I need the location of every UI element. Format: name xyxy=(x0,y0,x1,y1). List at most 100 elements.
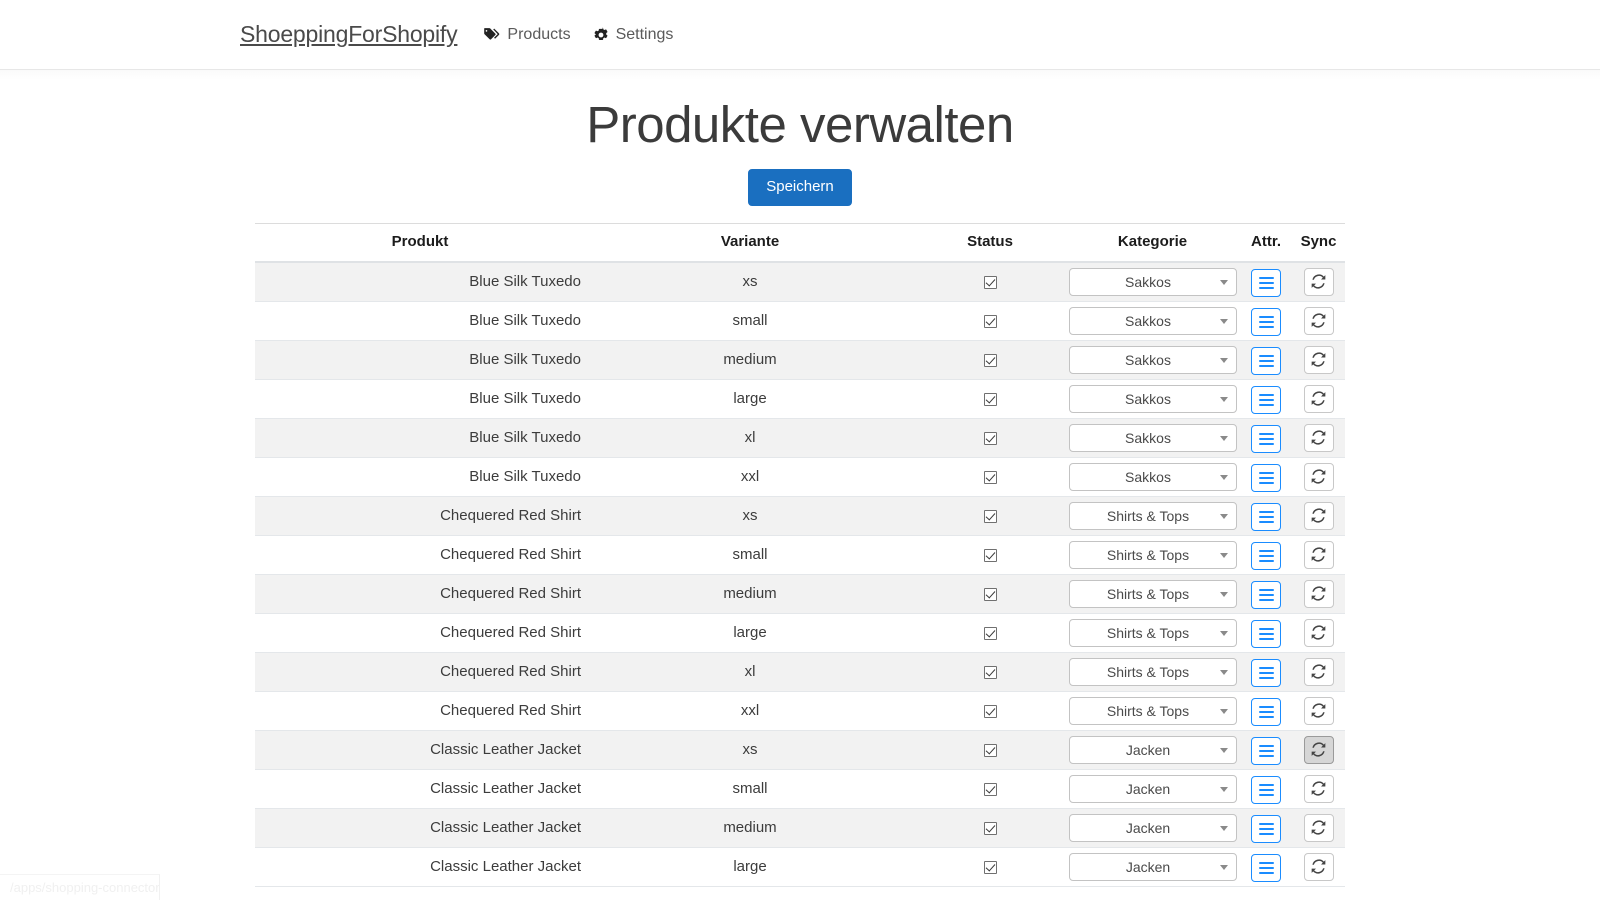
kategorie-select[interactable]: SakkosShirts & TopsJacken xyxy=(1069,657,1237,686)
kategorie-select[interactable]: SakkosShirts & TopsJacken xyxy=(1069,384,1237,413)
refresh-icon xyxy=(1311,781,1326,796)
status-checkbox[interactable] xyxy=(983,587,997,601)
sync-button[interactable] xyxy=(1303,540,1334,569)
sync-button[interactable] xyxy=(1303,813,1334,842)
cell-attr xyxy=(1240,456,1292,497)
kategorie-select[interactable]: SakkosShirts & TopsJacken xyxy=(1069,345,1237,374)
sync-button[interactable] xyxy=(1303,735,1334,764)
cell-variante: xxl xyxy=(585,456,915,497)
tag-icon xyxy=(483,27,500,42)
cell-kategorie: SakkosShirts & TopsJacken xyxy=(1065,339,1240,380)
kategorie-select[interactable]: SakkosShirts & TopsJacken xyxy=(1069,306,1237,335)
status-checkbox[interactable] xyxy=(983,431,997,445)
cell-produkt: Blue Silk Tuxedo xyxy=(255,300,585,341)
kategorie-select[interactable]: SakkosShirts & TopsJacken xyxy=(1069,267,1237,296)
kategorie-select[interactable]: SakkosShirts & TopsJacken xyxy=(1069,501,1237,530)
status-checkbox[interactable] xyxy=(983,626,997,640)
kategorie-select[interactable]: SakkosShirts & TopsJacken xyxy=(1069,696,1237,725)
status-checkbox[interactable] xyxy=(983,704,997,718)
cell-produkt: Chequered Red Shirt xyxy=(255,651,585,692)
attributes-button[interactable] xyxy=(1251,542,1281,571)
cell-attr xyxy=(1240,690,1292,731)
attributes-button[interactable] xyxy=(1251,698,1281,727)
sync-button[interactable] xyxy=(1303,345,1334,374)
status-checkbox[interactable] xyxy=(983,509,997,523)
list-icon xyxy=(1258,589,1274,602)
cell-produkt: Blue Silk Tuxedo xyxy=(255,378,585,419)
cell-attr xyxy=(1240,534,1292,575)
refresh-icon xyxy=(1311,508,1326,523)
kategorie-select[interactable]: SakkosShirts & TopsJacken xyxy=(1069,540,1237,569)
status-checkbox[interactable] xyxy=(983,470,997,484)
status-checkbox[interactable] xyxy=(983,548,997,562)
status-checkbox[interactable] xyxy=(983,821,997,835)
save-button[interactable]: Speichern xyxy=(748,168,852,207)
cell-attr xyxy=(1240,729,1292,770)
status-checkbox[interactable] xyxy=(983,275,997,289)
kategorie-select[interactable]: SakkosShirts & TopsJacken xyxy=(1069,618,1237,647)
status-checkbox[interactable] xyxy=(983,782,997,796)
sync-button[interactable] xyxy=(1303,696,1334,725)
sync-button[interactable] xyxy=(1303,852,1334,881)
status-checkbox[interactable] xyxy=(983,353,997,367)
sync-button[interactable] xyxy=(1303,501,1334,530)
cell-attr xyxy=(1240,807,1292,848)
status-checkbox[interactable] xyxy=(983,743,997,757)
sync-button[interactable] xyxy=(1303,579,1334,608)
attributes-button[interactable] xyxy=(1251,386,1281,415)
list-icon xyxy=(1258,745,1274,758)
page-title: Produkte verwalten xyxy=(586,96,1014,153)
cell-produkt: Blue Silk Tuxedo xyxy=(255,339,585,380)
status-checkbox[interactable] xyxy=(983,392,997,406)
attributes-button[interactable] xyxy=(1251,620,1281,649)
kategorie-select[interactable]: SakkosShirts & TopsJacken xyxy=(1069,735,1237,764)
cell-variante: xl xyxy=(585,417,915,458)
cell-attr xyxy=(1240,612,1292,653)
attributes-button[interactable] xyxy=(1251,581,1281,610)
sync-button[interactable] xyxy=(1303,384,1334,413)
cell-kategorie: SakkosShirts & TopsJacken xyxy=(1065,690,1240,731)
attributes-button[interactable] xyxy=(1251,659,1281,688)
kategorie-select[interactable]: SakkosShirts & TopsJacken xyxy=(1069,774,1237,803)
attributes-button[interactable] xyxy=(1251,347,1281,376)
sync-button[interactable] xyxy=(1303,657,1334,686)
sync-button[interactable] xyxy=(1303,306,1334,335)
attributes-button[interactable] xyxy=(1251,503,1281,532)
nav-item-settings[interactable]: Settings xyxy=(593,26,673,44)
attributes-button[interactable] xyxy=(1251,854,1281,883)
attributes-button[interactable] xyxy=(1251,815,1281,844)
sync-button[interactable] xyxy=(1303,774,1334,803)
attributes-button[interactable] xyxy=(1251,308,1281,337)
nav-item-products[interactable]: Products xyxy=(483,26,571,44)
cell-status xyxy=(915,261,1065,302)
sync-button[interactable] xyxy=(1303,462,1334,491)
attributes-button[interactable] xyxy=(1251,464,1281,493)
attributes-button[interactable] xyxy=(1251,737,1281,766)
kategorie-select[interactable]: SakkosShirts & TopsJacken xyxy=(1069,852,1237,881)
status-checkbox[interactable] xyxy=(983,665,997,679)
sync-button[interactable] xyxy=(1303,423,1334,452)
cell-variante: large xyxy=(585,846,915,887)
cell-variante: large xyxy=(585,612,915,653)
sync-button[interactable] xyxy=(1303,267,1334,296)
cell-variante: small xyxy=(585,300,915,341)
cell-kategorie: SakkosShirts & TopsJacken xyxy=(1065,456,1240,497)
kategorie-select[interactable]: SakkosShirts & TopsJacken xyxy=(1069,462,1237,491)
status-checkbox[interactable] xyxy=(983,314,997,328)
kategorie-select[interactable]: SakkosShirts & TopsJacken xyxy=(1069,813,1237,842)
attributes-button[interactable] xyxy=(1251,269,1281,298)
kategorie-select[interactable]: SakkosShirts & TopsJacken xyxy=(1069,423,1237,452)
refresh-icon xyxy=(1311,703,1326,718)
cell-status xyxy=(915,846,1065,887)
cell-variante: xl xyxy=(585,651,915,692)
refresh-icon xyxy=(1311,742,1326,757)
cell-kategorie: SakkosShirts & TopsJacken xyxy=(1065,573,1240,614)
attributes-button[interactable] xyxy=(1251,776,1281,805)
kategorie-select[interactable]: SakkosShirts & TopsJacken xyxy=(1069,579,1237,608)
brand-logo[interactable]: ShoeppingForShopify xyxy=(240,21,458,48)
status-checkbox[interactable] xyxy=(983,860,997,874)
cell-kategorie: SakkosShirts & TopsJacken xyxy=(1065,378,1240,419)
sync-button[interactable] xyxy=(1303,618,1334,647)
attributes-button[interactable] xyxy=(1251,425,1281,454)
refresh-icon xyxy=(1311,391,1326,406)
